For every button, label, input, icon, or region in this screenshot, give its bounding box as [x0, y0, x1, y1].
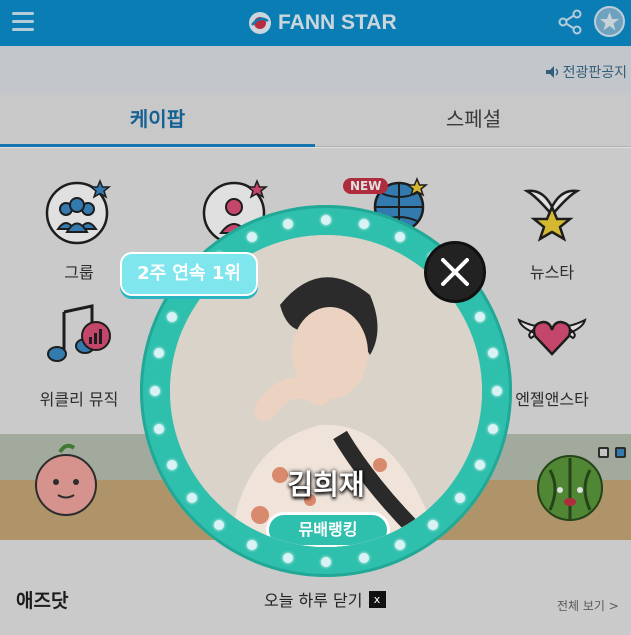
ring-bulb: [427, 519, 438, 530]
close-for-today-label: 오늘 하루 닫기: [264, 591, 363, 610]
ring-bulb: [492, 386, 502, 396]
ring-bulb: [246, 231, 257, 242]
ring-bulb: [487, 347, 498, 358]
popup-close-button[interactable]: [424, 241, 486, 303]
ring-bulb: [359, 552, 370, 563]
ring-bulb: [487, 424, 498, 435]
ring-bulb: [475, 311, 486, 322]
close-for-today[interactable]: 오늘 하루 닫기 x: [264, 587, 386, 611]
ring-bulb: [321, 557, 331, 567]
close-for-today-x[interactable]: x: [368, 590, 386, 608]
ring-bulb: [166, 311, 177, 322]
ring-bulb: [321, 215, 331, 225]
rank-badge: 2주 연속 1위: [120, 252, 258, 296]
ring-bulb: [282, 552, 293, 563]
artist-name: 김희재: [287, 468, 365, 501]
ring-bulb: [454, 492, 465, 503]
ring-bulb: [246, 540, 257, 551]
close-icon: [441, 258, 469, 286]
ring-bulb: [187, 492, 198, 503]
ring-bulb: [150, 386, 160, 396]
mv-ranking-pill[interactable]: 뮤배랭킹: [266, 512, 390, 547]
